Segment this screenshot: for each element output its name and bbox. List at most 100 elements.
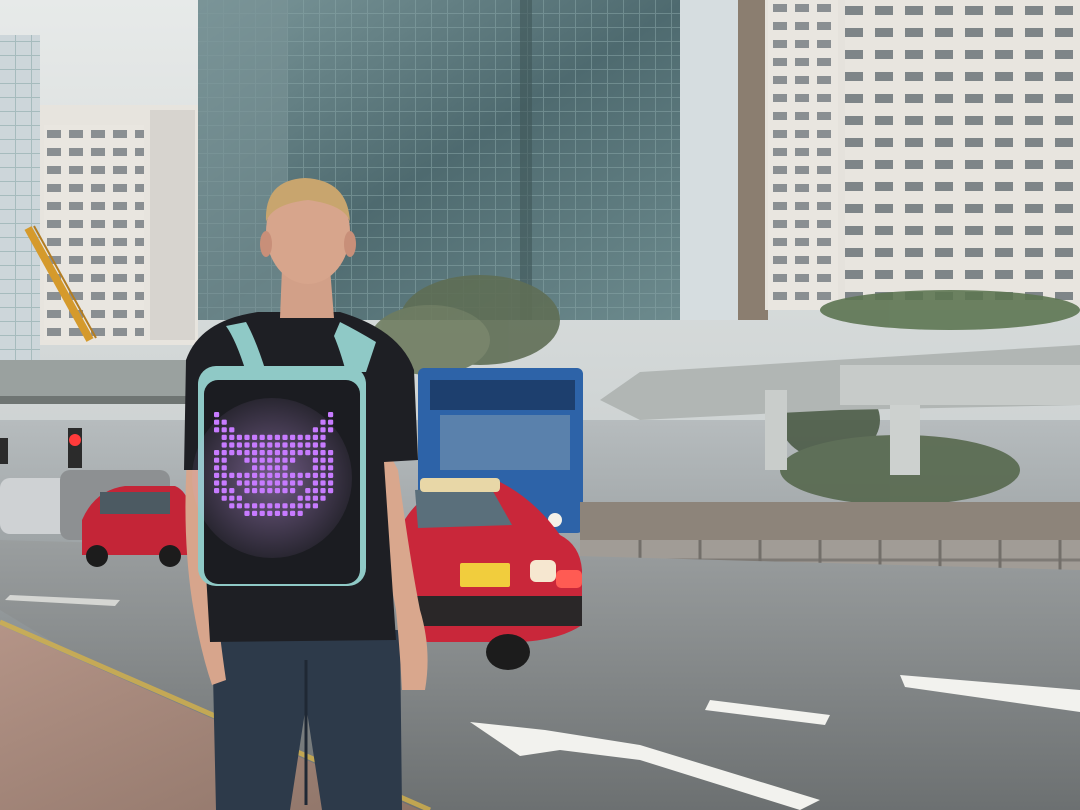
led-pixel <box>252 434 258 440</box>
led-pixel <box>221 442 227 448</box>
led-pixel <box>274 457 280 463</box>
led-pixel <box>267 434 273 440</box>
led-pixel <box>244 450 250 456</box>
led-pixel <box>229 434 235 440</box>
led-pixel <box>320 434 326 440</box>
led-pixel <box>259 510 265 516</box>
led-pixel <box>267 510 273 516</box>
led-pixel <box>236 450 242 456</box>
led-pixel <box>259 472 265 478</box>
led-pixel <box>221 434 227 440</box>
led-pixel <box>290 434 296 440</box>
led-pixel <box>297 472 303 478</box>
led-pixel <box>320 472 326 478</box>
led-pixel <box>267 457 273 463</box>
led-pixel <box>221 457 227 463</box>
led-pixel <box>305 495 311 501</box>
led-pixel <box>274 465 280 471</box>
led-pixel <box>312 457 318 463</box>
led-pixel <box>312 427 318 433</box>
led-pixel <box>274 434 280 440</box>
led-pixel <box>274 442 280 448</box>
led-pixel <box>229 495 235 501</box>
led-pixel <box>214 450 220 456</box>
led-pixel <box>252 450 258 456</box>
led-pixel <box>290 472 296 478</box>
led-pixel <box>236 442 242 448</box>
traffic-light <box>0 428 82 468</box>
led-pixel <box>252 457 258 463</box>
led-pixel <box>297 480 303 486</box>
led-pixel <box>328 472 334 478</box>
photo-canvas <box>0 0 1080 810</box>
led-pixel <box>214 488 220 494</box>
led-pixel <box>259 457 265 463</box>
led-pixel <box>290 457 296 463</box>
led-pixel <box>244 510 250 516</box>
led-pixel <box>312 488 318 494</box>
led-pixel <box>282 480 288 486</box>
led-pixel <box>305 488 311 494</box>
led-pixel <box>297 434 303 440</box>
led-pixel <box>267 503 273 509</box>
led-pixel <box>274 510 280 516</box>
led-pixel <box>244 434 250 440</box>
led-pixel <box>221 480 227 486</box>
led-pixel <box>312 472 318 478</box>
led-pixel <box>320 465 326 471</box>
led-pixel <box>259 465 265 471</box>
led-pixel <box>274 480 280 486</box>
led-pixel <box>328 488 334 494</box>
led-pixel <box>297 510 303 516</box>
led-pixel <box>221 495 227 501</box>
led-pixel <box>320 495 326 501</box>
led-pixel <box>236 480 242 486</box>
led-pixel <box>328 450 334 456</box>
led-pixel <box>229 488 235 494</box>
led-pixel <box>267 488 273 494</box>
led-pixel <box>320 427 326 433</box>
led-pixel <box>214 472 220 478</box>
led-pixel <box>214 465 220 471</box>
led-pixel <box>214 457 220 463</box>
led-pixel <box>312 442 318 448</box>
led-pixel <box>244 480 250 486</box>
led-pixel <box>221 472 227 478</box>
led-pixel <box>267 450 273 456</box>
led-pixel <box>259 442 265 448</box>
glass-skyscraper <box>198 0 740 320</box>
led-pixel <box>328 427 334 433</box>
led-pixel <box>236 503 242 509</box>
led-pixel <box>282 510 288 516</box>
led-pixel <box>312 480 318 486</box>
red-taxi-left <box>82 486 192 567</box>
led-pixel <box>305 472 311 478</box>
left-tower <box>0 35 40 365</box>
led-pixel <box>244 488 250 494</box>
led-pixel <box>297 503 303 509</box>
led-pixel <box>274 503 280 509</box>
led-pixel <box>236 495 242 501</box>
led-pixel <box>259 450 265 456</box>
led-pixel <box>252 510 258 516</box>
led-pixel <box>259 503 265 509</box>
led-pixel <box>328 465 334 471</box>
led-pixel <box>236 472 242 478</box>
led-pixel <box>305 434 311 440</box>
led-pixel <box>214 427 220 433</box>
led-pixel <box>229 450 235 456</box>
white-building-left <box>40 105 198 345</box>
hotel-building <box>765 0 1080 310</box>
led-pixel <box>320 488 326 494</box>
led-pixel <box>312 450 318 456</box>
led-pixel <box>328 457 334 463</box>
led-pixel <box>290 510 296 516</box>
led-pixel <box>259 488 265 494</box>
led-pixel <box>282 465 288 471</box>
led-pixel <box>252 488 258 494</box>
led-pixel <box>229 472 235 478</box>
led-pixel <box>290 488 296 494</box>
led-pixel <box>267 465 273 471</box>
led-pixel <box>282 434 288 440</box>
led-pixel <box>290 442 296 448</box>
